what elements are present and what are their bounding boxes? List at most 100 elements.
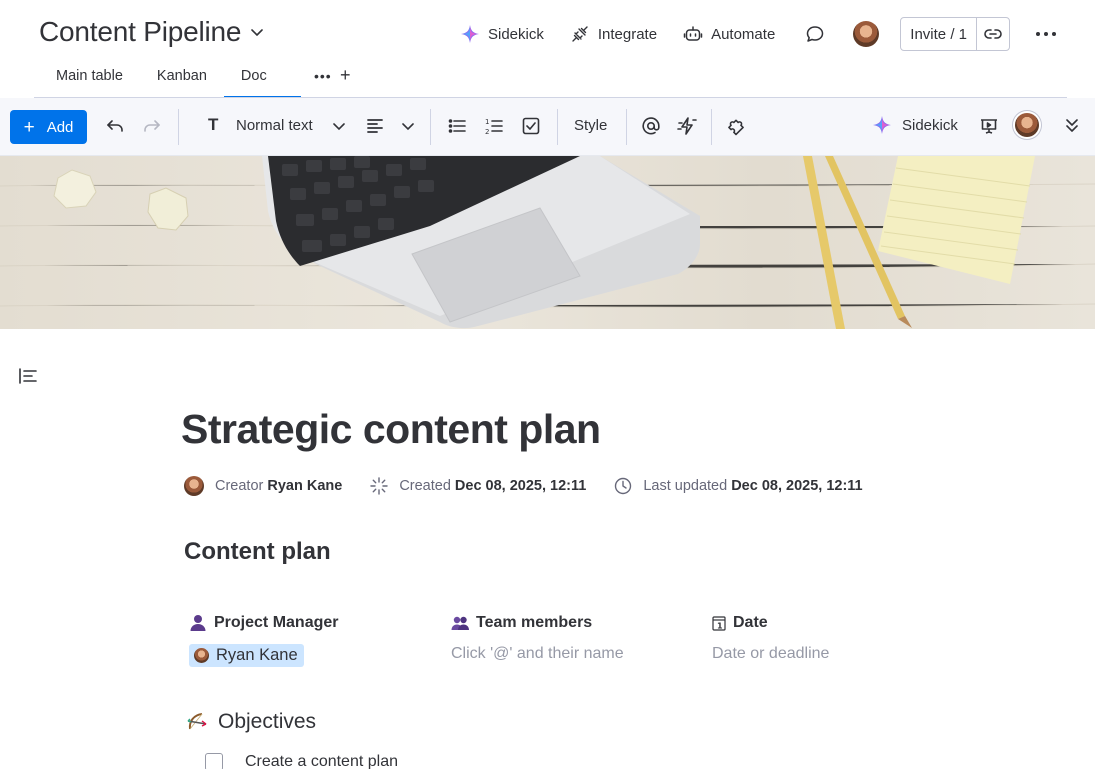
section-heading[interactable]: Content plan [184, 538, 331, 566]
integrate-label: Integrate [597, 25, 658, 43]
board-title[interactable]: Content Pipeline [39, 16, 265, 48]
project-manager-chip[interactable]: Ryan Kane [189, 644, 304, 667]
created-value: Dec 08, 2025, 12:11 [454, 478, 587, 494]
copy-link-button[interactable] [977, 18, 1009, 50]
integrate-button[interactable]: Integrate [562, 18, 665, 50]
meta-updated: Last updated Dec 08, 2025, 12:11 [614, 477, 863, 495]
toolbar-divider [430, 109, 431, 145]
align-button[interactable] [364, 115, 386, 137]
checklist-checkbox[interactable] [205, 753, 223, 769]
automate-button[interactable]: Automate [675, 18, 783, 50]
pm-avatar [194, 648, 209, 663]
bullet-list-icon [448, 119, 466, 133]
objectives-label: Objectives [218, 710, 317, 733]
collapse-icon [1066, 119, 1078, 132]
cover-image[interactable] [0, 156, 1095, 329]
creator-name[interactable]: Ryan Kane [267, 478, 342, 494]
board-title-text: Content Pipeline [39, 16, 242, 47]
more-icon [1036, 32, 1056, 36]
align-dropdown[interactable] [397, 115, 419, 137]
objectives-heading[interactable]: Objectives [186, 710, 316, 734]
creator-label: Creator [215, 478, 264, 494]
redo-button[interactable] [141, 115, 163, 137]
add-block-button[interactable]: + Add [10, 110, 87, 144]
project-manager-label: Project Manager [214, 614, 339, 631]
checklist-button[interactable] [520, 115, 542, 137]
text-type-icon: T [208, 115, 219, 134]
team-members-input[interactable]: Click '@' and their name [451, 645, 624, 663]
date-input[interactable]: Date or deadline [712, 645, 829, 663]
updates-button[interactable] [797, 18, 833, 50]
text-style-dropdown[interactable] [328, 115, 350, 137]
table-of-contents-icon[interactable] [18, 367, 38, 385]
date-header: 1 Date [712, 612, 829, 634]
doc-toolbar: + Add T Normal text 12 Style Sidekick [0, 98, 1095, 156]
team-members-field: Team members Click '@' and their name [451, 612, 624, 663]
meta-creator: Creator Ryan Kane [184, 476, 342, 496]
more-options-button[interactable] [1024, 31, 1068, 37]
puzzle-icon [728, 119, 744, 136]
sparkle-icon [370, 477, 389, 495]
updated-label: Last updated [643, 478, 728, 494]
person-icon [190, 615, 206, 631]
meta-created: Created Dec 08, 2025, 12:11 [370, 477, 586, 495]
team-members-header: Team members [451, 612, 624, 634]
checklist-icon [522, 117, 540, 135]
doc-meta: Creator Ryan Kane Created Dec 08, 2025, … [184, 475, 891, 497]
header-actions: Sidekick Integrate Automate Invite / 1 [452, 16, 1095, 52]
add-view-button[interactable]: + [340, 65, 351, 86]
numbered-list-icon: 12 [485, 118, 503, 136]
checklist-item: Create a content plan [205, 753, 398, 769]
bullet-list-button[interactable] [446, 115, 468, 137]
numbered-list-button[interactable]: 12 [483, 115, 505, 137]
date-field: 1 Date Date or deadline [712, 612, 829, 663]
calendar-icon: 1 [712, 616, 726, 631]
collapse-toolbar-button[interactable] [1061, 115, 1083, 137]
integrate-icon [572, 26, 588, 42]
chevron-down-icon [402, 123, 414, 131]
apps-button[interactable] [725, 115, 747, 137]
toolbar-sidekick-label: Sidekick [902, 116, 958, 134]
comment-icon [807, 26, 824, 42]
svg-text:1: 1 [485, 118, 489, 126]
view-tabs: Main table Kanban Doc ••• + [39, 62, 351, 98]
checklist-item-label[interactable]: Create a content plan [245, 753, 398, 769]
collaborator-avatar[interactable] [1015, 113, 1039, 137]
tab-more-icon[interactable]: ••• [314, 68, 332, 84]
invite-group: Invite / 1 [900, 17, 1010, 51]
svg-text:1: 1 [717, 622, 723, 631]
toolbar-divider [711, 109, 712, 145]
add-label: Add [46, 118, 74, 136]
user-avatar[interactable] [853, 21, 880, 47]
team-icon [451, 616, 469, 630]
invite-button[interactable]: Invite / 1 [901, 18, 977, 50]
toolbar-divider [178, 109, 179, 145]
date-label: Date [733, 614, 768, 631]
undo-button[interactable] [104, 115, 126, 137]
bow-arrow-icon [187, 713, 207, 730]
autofill-button[interactable] [676, 115, 698, 137]
chevron-down-icon [333, 123, 345, 131]
project-manager-field: Project Manager Ryan Kane [189, 612, 338, 668]
sidekick-label: Sidekick [488, 25, 544, 43]
mention-icon [642, 117, 660, 135]
link-icon [984, 29, 1002, 39]
mention-button[interactable] [640, 115, 662, 137]
tab-main-table[interactable]: Main table [39, 62, 140, 98]
tab-kanban[interactable]: Kanban [140, 62, 224, 98]
project-manager-header: Project Manager [189, 612, 338, 634]
doc-title[interactable]: Strategic content plan [181, 406, 601, 453]
text-style-select[interactable]: Normal text [236, 117, 313, 134]
svg-text:2: 2 [485, 128, 489, 136]
cover-illustration [0, 156, 1095, 329]
chevron-down-icon [251, 29, 264, 36]
board-header: Content Pipeline Sidekick Integrate Auto [0, 0, 1095, 98]
toolbar-sidekick-button[interactable]: Sidekick [872, 115, 958, 135]
style-button[interactable]: Style [574, 117, 607, 134]
tab-doc[interactable]: Doc [223, 62, 301, 98]
present-button[interactable] [978, 115, 1000, 137]
creator-avatar [184, 476, 204, 496]
redo-icon [144, 120, 160, 132]
sidekick-button[interactable]: Sidekick [452, 18, 552, 50]
plus-icon: + [23, 116, 35, 138]
